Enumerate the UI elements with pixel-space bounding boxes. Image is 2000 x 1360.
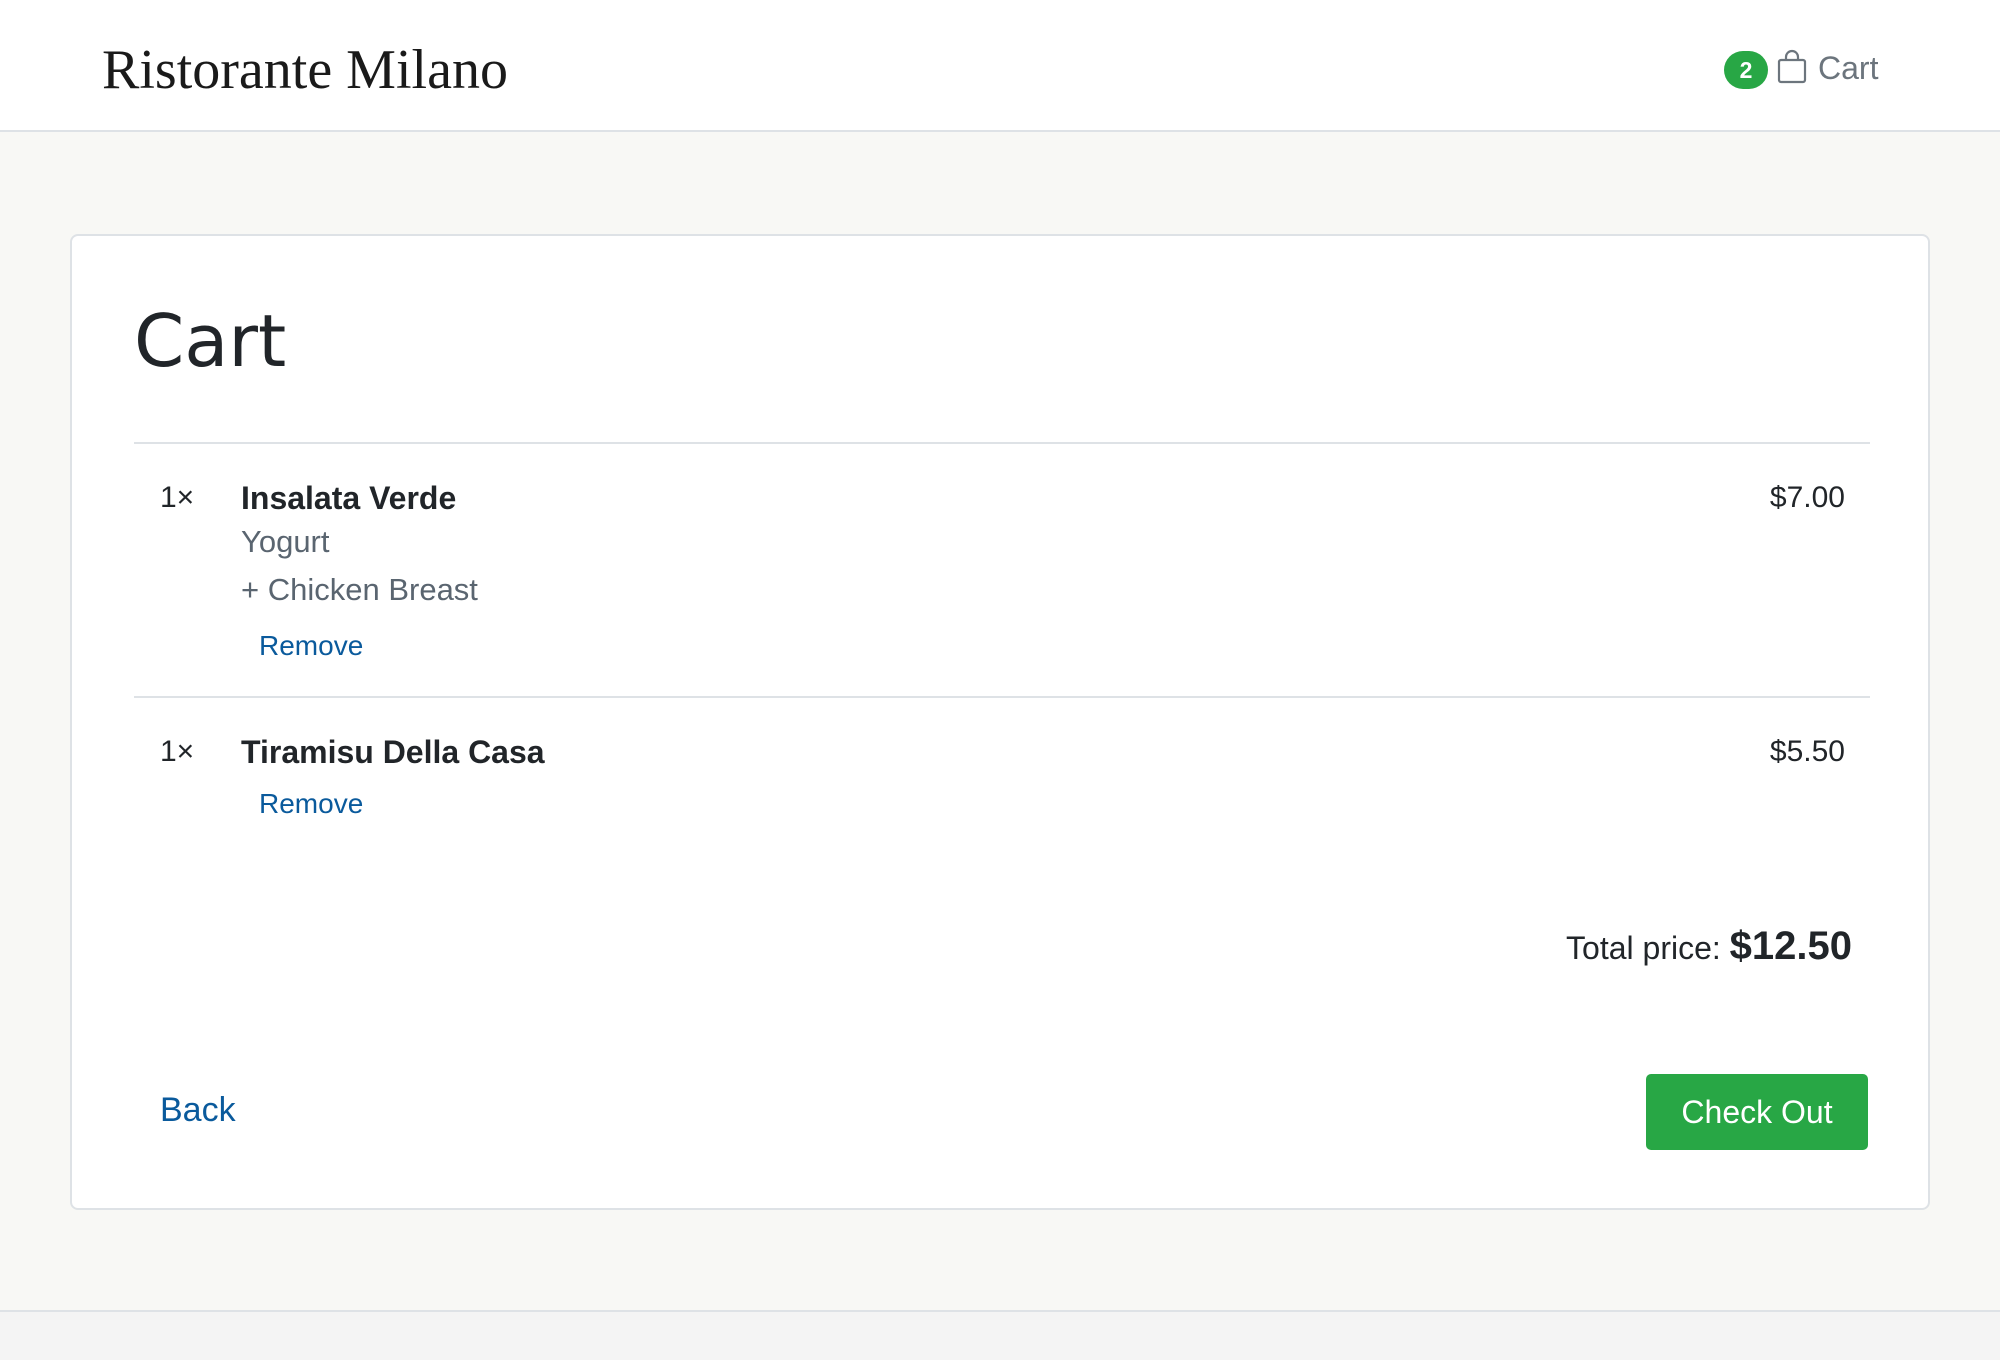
brand-logo[interactable]: Ristorante Milano [102, 34, 508, 106]
site-header: Ristorante Milano 2 Cart [0, 0, 2000, 132]
back-link[interactable]: Back [160, 1088, 236, 1132]
cart-item-list: 1× Insalata Verde Yogurt + Chicken Breas… [134, 442, 1870, 854]
cart-link-label: Cart [1818, 50, 1879, 86]
page-footer [0, 1310, 2000, 1360]
cart-count-badge: 2 [1724, 51, 1768, 89]
item-quantity: 1× [160, 735, 195, 768]
total-price-label: Total price: [1566, 930, 1721, 966]
cart-item-row: 1× Insalata Verde Yogurt + Chicken Breas… [134, 444, 1870, 698]
item-details: Tiramisu Della Casa Remove [241, 726, 1844, 822]
item-price: $7.00 [1769, 481, 1845, 514]
item-option: Yogurt [241, 524, 330, 559]
total-price-value: $12.50 [1729, 924, 1852, 968]
cart-card: Cart 1× Insalata Verde Yogurt + Chicken … [70, 234, 1930, 1210]
item-details: Insalata Verde Yogurt + Chicken Breast R… [241, 472, 1844, 664]
total-price: Total price: $12.50 [1566, 922, 1852, 972]
shopping-bag-icon [1776, 49, 1808, 85]
item-price: $5.50 [1769, 735, 1845, 768]
item-quantity: 1× [160, 481, 195, 514]
item-name: Insalata Verde [241, 480, 457, 516]
cart-item-row: 1× Tiramisu Della Casa Remove $5.50 [134, 698, 1870, 854]
item-name: Tiramisu Della Casa [241, 734, 545, 770]
header-cart-link[interactable]: 2 Cart [1724, 44, 1878, 92]
item-option: + Chicken Breast [241, 572, 478, 607]
page-title: Cart [134, 299, 287, 383]
checkout-button[interactable]: Check Out [1646, 1074, 1868, 1150]
remove-item-link[interactable]: Remove [259, 628, 363, 664]
remove-item-link[interactable]: Remove [259, 786, 363, 822]
